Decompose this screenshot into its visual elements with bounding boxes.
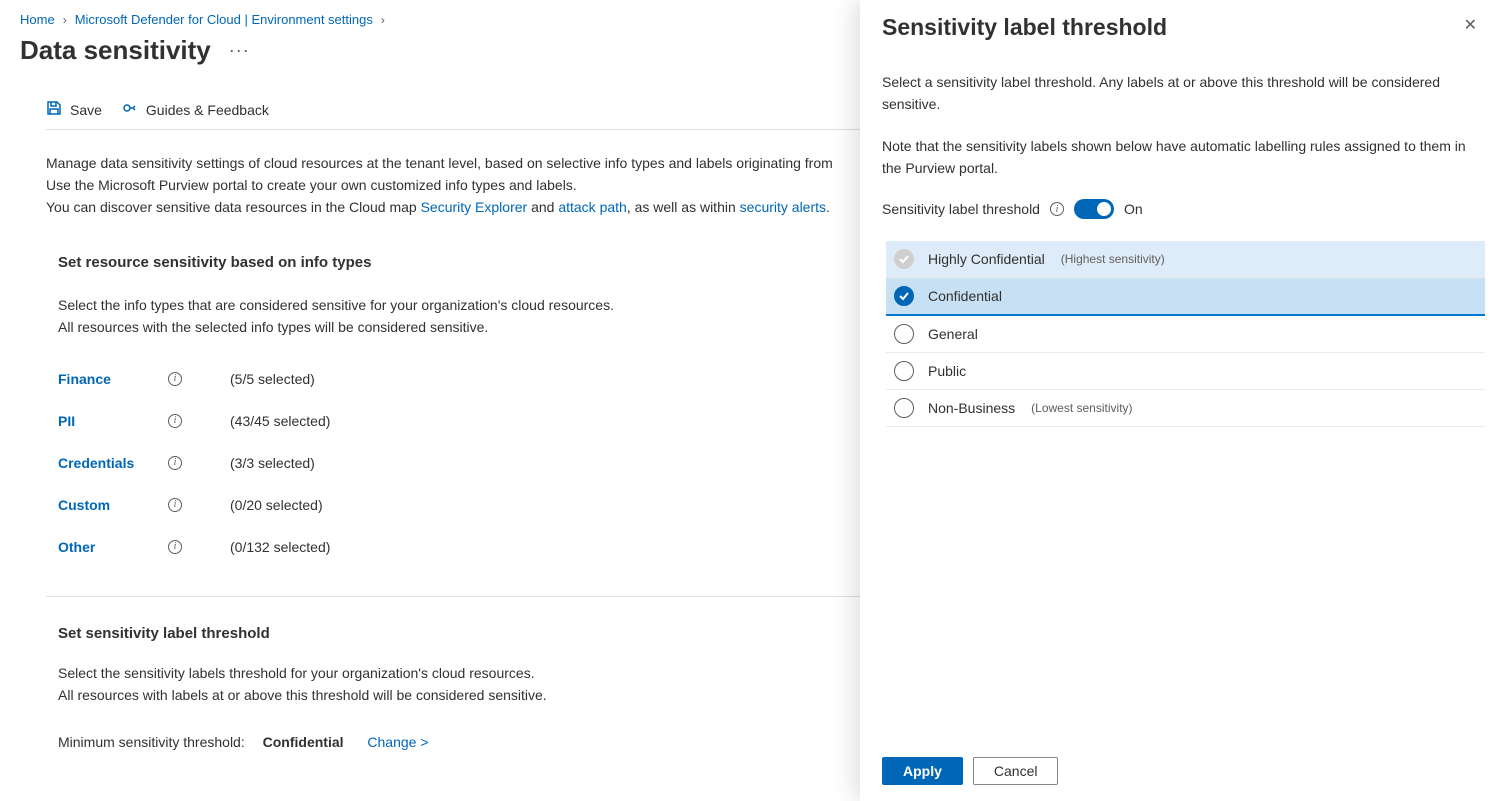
threshold-option[interactable]: General: [886, 316, 1485, 353]
info-type-count: (0/132 selected): [230, 536, 330, 558]
breadcrumb-defender[interactable]: Microsoft Defender for Cloud | Environme…: [75, 12, 373, 27]
info-icon[interactable]: i: [168, 414, 182, 428]
save-button[interactable]: Save: [46, 100, 102, 119]
min-threshold-label: Minimum sensitivity threshold:: [58, 734, 245, 750]
save-icon: [46, 100, 62, 119]
option-label: Confidential: [928, 288, 1002, 304]
radio-icon: [894, 361, 914, 381]
change-threshold-link[interactable]: Change >: [367, 734, 428, 750]
panel-header: Sensitivity label threshold ✕: [860, 0, 1507, 41]
radio-icon: [894, 398, 914, 418]
panel-desc-2: Note that the sensitivity labels shown b…: [882, 135, 1485, 179]
option-label: Public: [928, 363, 966, 379]
threshold-option[interactable]: Public: [886, 353, 1485, 390]
option-label: Non-Business: [928, 400, 1015, 416]
option-hint: (Lowest sensitivity): [1031, 401, 1132, 415]
save-label: Save: [70, 102, 102, 118]
info-icon[interactable]: i: [168, 540, 182, 554]
feedback-icon: [122, 100, 138, 119]
threshold-option[interactable]: Non-Business (Lowest sensitivity): [886, 390, 1485, 427]
panel-title: Sensitivity label threshold: [882, 14, 1167, 41]
panel-desc-1: Select a sensitivity label threshold. An…: [882, 71, 1485, 115]
more-actions-button[interactable]: ···: [223, 36, 256, 65]
chevron-right-icon: ›: [63, 13, 67, 27]
info-type-link[interactable]: Other: [58, 536, 168, 558]
apply-button[interactable]: Apply: [882, 757, 963, 785]
close-icon: ✕: [1464, 17, 1477, 34]
threshold-toggle[interactable]: [1074, 199, 1114, 219]
info-type-count: (0/20 selected): [230, 494, 323, 516]
info-icon[interactable]: i: [168, 372, 182, 386]
sensitivity-threshold-panel: Sensitivity label threshold ✕ Select a s…: [860, 0, 1507, 801]
page-title: Data sensitivity: [20, 35, 211, 66]
radio-icon: [894, 324, 914, 344]
link-security-alerts[interactable]: security alerts: [740, 199, 826, 215]
radio-icon: [894, 249, 914, 269]
radio-icon: [894, 286, 914, 306]
info-type-count: (3/3 selected): [230, 452, 315, 474]
info-icon[interactable]: i: [168, 498, 182, 512]
link-security-explorer[interactable]: Security Explorer: [421, 199, 528, 215]
chevron-right-icon: ›: [381, 13, 385, 27]
threshold-options-list: Highly Confidential (Highest sensitivity)…: [886, 241, 1485, 427]
info-type-link[interactable]: Credentials: [58, 452, 168, 474]
info-type-count: (43/45 selected): [230, 410, 330, 432]
min-threshold-value: Confidential: [263, 734, 344, 750]
breadcrumb-home[interactable]: Home: [20, 12, 55, 27]
panel-footer: Apply Cancel: [860, 747, 1507, 801]
panel-close-button[interactable]: ✕: [1460, 14, 1481, 38]
cancel-button[interactable]: Cancel: [973, 757, 1059, 785]
option-hint: (Highest sensitivity): [1061, 252, 1165, 266]
info-type-link[interactable]: PII: [58, 410, 168, 432]
info-icon[interactable]: i: [168, 456, 182, 470]
panel-body: Select a sensitivity label threshold. An…: [860, 41, 1507, 747]
toggle-label: Sensitivity label threshold: [882, 201, 1040, 217]
info-type-count: (5/5 selected): [230, 368, 315, 390]
info-icon[interactable]: i: [1050, 202, 1064, 216]
option-label: General: [928, 326, 978, 342]
toggle-row: Sensitivity label threshold i On: [882, 199, 1485, 219]
info-type-link[interactable]: Finance: [58, 368, 168, 390]
threshold-option[interactable]: Highly Confidential (Highest sensitivity): [886, 241, 1485, 278]
feedback-button[interactable]: Guides & Feedback: [122, 100, 269, 119]
feedback-label: Guides & Feedback: [146, 102, 269, 118]
threshold-option[interactable]: Confidential: [886, 278, 1485, 316]
link-attack-path[interactable]: attack path: [558, 199, 627, 215]
toggle-state: On: [1124, 201, 1143, 217]
option-label: Highly Confidential: [928, 251, 1045, 267]
info-type-link[interactable]: Custom: [58, 494, 168, 516]
